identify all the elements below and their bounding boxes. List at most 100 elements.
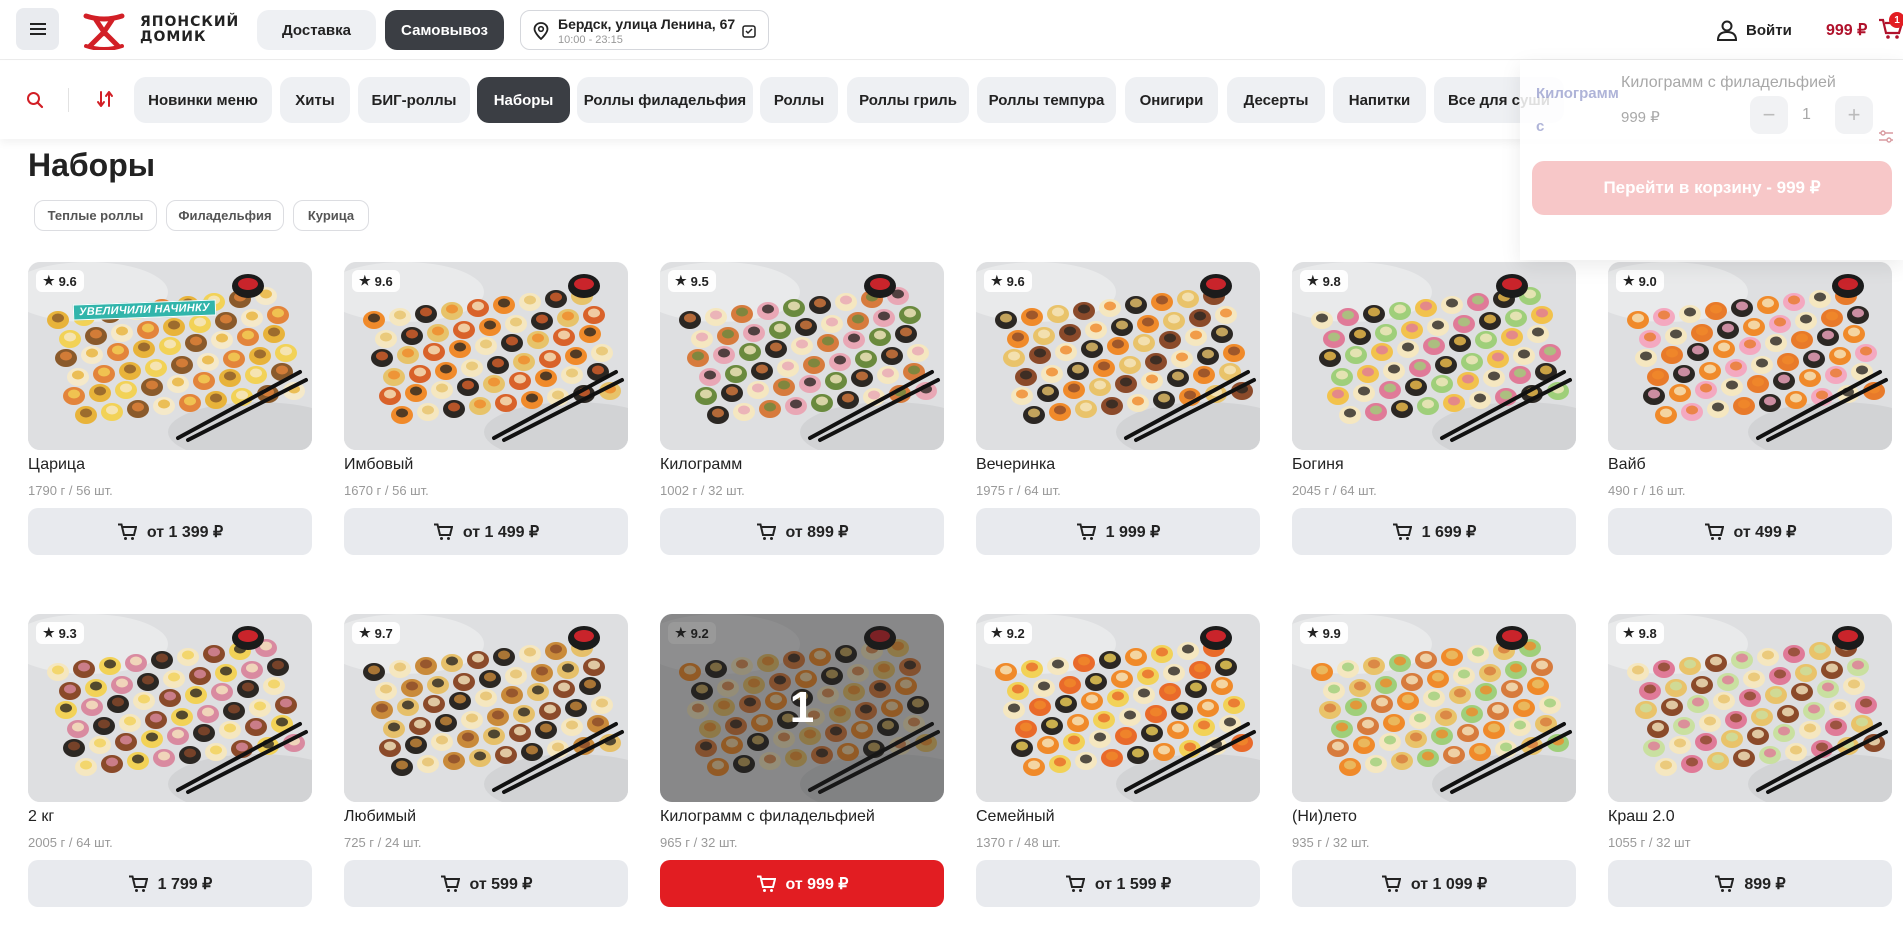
sort-icon[interactable]: [96, 90, 114, 108]
star-icon: ★: [43, 273, 55, 288]
cart-item-title-link[interactable]: Килограмм с филадельфией: [1536, 77, 1628, 147]
rating-badge: ★ 9.0: [1616, 270, 1664, 292]
product-image-frame[interactable]: ★ 9.8: [1292, 262, 1576, 450]
rating-value: 9.8: [1638, 625, 1657, 641]
filter-tag-chicken[interactable]: Курица: [293, 200, 369, 231]
product-card[interactable]: ★ 9.8 Богиня 2045 г / 64 шт. 1 699 ₽: [1292, 262, 1576, 555]
tab-desserts[interactable]: Десерты: [1227, 77, 1325, 123]
product-card[interactable]: ★ 9.0 Вайб 490 г / 16 шт. от 499 ₽: [1608, 262, 1892, 555]
go-to-cart-button[interactable]: Перейти в корзину - 999 ₽: [1532, 161, 1892, 215]
product-name[interactable]: (Ни)лето: [1292, 808, 1576, 830]
product-weight: 935 г / 32 шт.: [1292, 835, 1370, 850]
product-name[interactable]: Семейный: [976, 808, 1260, 830]
product-image-frame[interactable]: ★ 9.2 1: [660, 614, 944, 802]
tab-sets[interactable]: Наборы: [477, 77, 570, 123]
tab-onigiri[interactable]: Онигири: [1125, 77, 1218, 123]
address-selector[interactable]: Бердск, улица Ленина, 67 10:00 - 23:15: [520, 10, 769, 50]
product-weight: 1670 г / 56 шт.: [344, 483, 429, 498]
divider: [68, 88, 69, 112]
add-to-cart-button[interactable]: от 499 ₽: [1608, 508, 1892, 555]
product-card[interactable]: ★ 9.2 1 Килограмм с филадельфией 965 г / 32 …: [660, 614, 944, 907]
product-name[interactable]: Вайб: [1608, 456, 1892, 478]
add-to-cart-button[interactable]: от 899 ₽: [660, 508, 944, 555]
filter-tag-warm-rolls[interactable]: Теплые роллы: [34, 200, 157, 231]
product-card[interactable]: ★ 9.6 Имбовый 1670 г / 56 шт. от 1 499 ₽: [344, 262, 628, 555]
product-image-frame[interactable]: ★ 9.7: [344, 614, 628, 802]
add-to-cart-button[interactable]: от 1 399 ₽: [28, 508, 312, 555]
product-price: от 1 099 ₽: [1410, 875, 1488, 893]
product-image-frame[interactable]: ★ 9.3: [28, 614, 312, 802]
tab-grill-rolls[interactable]: Роллы гриль: [847, 77, 969, 123]
search-icon[interactable]: [26, 91, 44, 109]
location-pin-icon: [533, 22, 549, 40]
tab-hits[interactable]: Хиты: [280, 77, 350, 123]
delivery-button[interactable]: Доставка: [257, 10, 376, 50]
options-icon[interactable]: [1877, 128, 1895, 146]
tab-tempura-rolls[interactable]: Роллы темпура: [977, 77, 1116, 123]
rating-value: 9.9: [1322, 625, 1341, 641]
rating-badge: ★ 9.2: [984, 622, 1032, 644]
calendar-icon: [742, 25, 756, 38]
product-card[interactable]: ★ 9.9 (Ни)лето 935 г / 32 шт. от 1 099 ₽: [1292, 614, 1576, 907]
user-icon: [1716, 20, 1738, 41]
product-name[interactable]: Краш 2.0: [1608, 808, 1892, 830]
product-name[interactable]: Вечеринка: [976, 456, 1260, 478]
add-to-cart-button[interactable]: от 1 599 ₽: [976, 860, 1260, 907]
product-card[interactable]: ★ 9.2 Семейный 1370 г / 48 шт. от 1 599 ₽: [976, 614, 1260, 907]
menu-button[interactable]: [16, 8, 59, 50]
product-name[interactable]: 2 кг: [28, 808, 312, 830]
add-to-cart-button[interactable]: 1 999 ₽: [976, 508, 1260, 555]
rating-value: 9.3: [58, 625, 77, 641]
add-to-cart-button[interactable]: от 1 499 ₽: [344, 508, 628, 555]
tab-new-menu[interactable]: Новинки меню: [134, 77, 272, 123]
product-name[interactable]: Килограмм: [660, 456, 944, 478]
logo[interactable]: ЯПОНСКИЙ ДОМИК: [76, 10, 246, 50]
product-image-frame[interactable]: ★ 9.9: [1292, 614, 1576, 802]
rating-value: 9.5: [690, 273, 709, 289]
add-to-cart-button[interactable]: от 999 ₽: [660, 860, 944, 907]
product-weight: 490 г / 16 шт.: [1608, 483, 1686, 498]
product-name[interactable]: Килограмм с филадельфией: [660, 808, 944, 830]
product-card[interactable]: ★ 9.7 Любимый 725 г / 24 шт. от 599 ₽: [344, 614, 628, 907]
product-image-frame[interactable]: ★ 9.2: [976, 614, 1260, 802]
cart-total[interactable]: 999 ₽: [1826, 20, 1867, 40]
add-to-cart-button[interactable]: 1 699 ₽: [1292, 508, 1576, 555]
login-button[interactable]: Войти: [1716, 16, 1792, 44]
quantity-increase-button[interactable]: +: [1835, 96, 1873, 134]
tab-drinks[interactable]: Напитки: [1333, 77, 1426, 123]
product-name[interactable]: Любимый: [344, 808, 628, 830]
tab-rolls[interactable]: Роллы: [760, 77, 838, 123]
login-label: Войти: [1746, 21, 1792, 39]
add-to-cart-button[interactable]: от 1 099 ₽: [1292, 860, 1576, 907]
quantity-decrease-button[interactable]: −: [1750, 96, 1788, 134]
product-card[interactable]: ★ 9.6 Вечеринка 1975 г / 64 шт. 1 999 ₽: [976, 262, 1260, 555]
product-weight: 1975 г / 64 шт.: [976, 483, 1061, 498]
in-cart-count: 1: [789, 683, 815, 732]
add-to-cart-button[interactable]: 899 ₽: [1608, 860, 1892, 907]
star-icon: ★: [1623, 273, 1635, 288]
product-card[interactable]: ★ 9.5 Килограмм 1002 г / 32 шт. от 899 ₽: [660, 262, 944, 555]
rating-badge: ★ 9.6: [352, 270, 400, 292]
tab-big-rolls[interactable]: БИГ-роллы: [358, 77, 470, 123]
product-image-frame[interactable]: ★ 9.5: [660, 262, 944, 450]
product-image-frame[interactable]: ★ 9.6: [344, 262, 628, 450]
add-to-cart-button[interactable]: от 599 ₽: [344, 860, 628, 907]
product-card[interactable]: ★ 9.8 Краш 2.0 1055 г / 32 шт 899 ₽: [1608, 614, 1892, 907]
rating-value: 9.6: [58, 273, 77, 289]
product-image-frame[interactable]: ★ 9.6 УВЕЛИЧИЛИ НАЧИНКУ: [28, 262, 312, 450]
add-to-cart-button[interactable]: 1 799 ₽: [28, 860, 312, 907]
product-image-frame[interactable]: ★ 9.6: [976, 262, 1260, 450]
filter-tag-philadelphia[interactable]: Филадельфия: [166, 200, 284, 231]
product-weight: 2005 г / 64 шт.: [28, 835, 113, 850]
product-name[interactable]: Богиня: [1292, 456, 1576, 478]
product-card[interactable]: ★ 9.6 УВЕЛИЧИЛИ НАЧИНКУ Царица 1790 г / 56 ш…: [28, 262, 312, 555]
product-card[interactable]: ★ 9.3 2 кг 2005 г / 64 шт. 1 799 ₽: [28, 614, 312, 907]
tab-philadelphia-rolls[interactable]: Роллы филадельфия: [577, 77, 753, 123]
product-image-frame[interactable]: ★ 9.8: [1608, 614, 1892, 802]
pickup-button[interactable]: Самовывоз: [385, 10, 504, 50]
product-name[interactable]: Имбовый: [344, 456, 628, 478]
product-name[interactable]: Царица: [28, 456, 312, 478]
product-image-frame[interactable]: ★ 9.0: [1608, 262, 1892, 450]
header: ЯПОНСКИЙ ДОМИК Доставка Самовывоз Бердск…: [0, 0, 1903, 60]
cart-icon: [128, 875, 148, 892]
